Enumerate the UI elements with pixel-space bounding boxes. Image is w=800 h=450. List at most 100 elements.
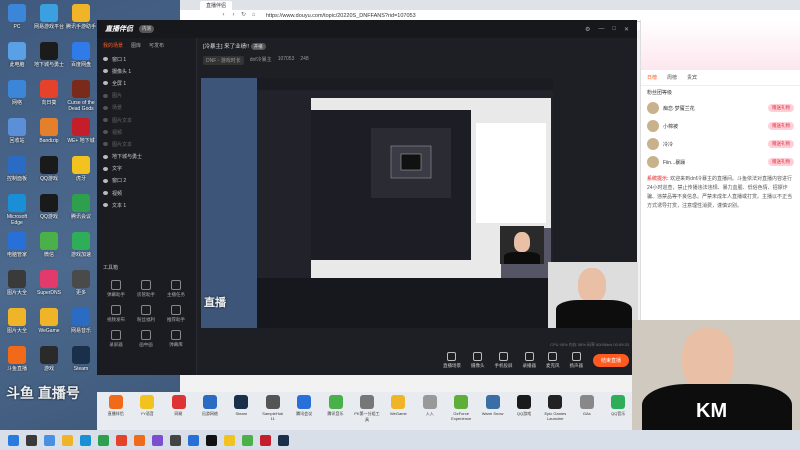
chat-row[interactable]: 痴恋·梦魇兰花 赠送礼物 bbox=[641, 99, 800, 117]
tool-item[interactable]: 粉丝福利 bbox=[131, 305, 161, 323]
desktop-icon[interactable]: 网易音乐 bbox=[66, 308, 96, 334]
sidebar-tab[interactable]: 我的场景 bbox=[103, 42, 123, 49]
dock-item[interactable]: WeGame bbox=[386, 395, 411, 427]
taskbar-app-icon[interactable] bbox=[26, 434, 37, 446]
source-item[interactable]: 视频 bbox=[97, 187, 196, 199]
gift-badge[interactable]: 赠送礼物 bbox=[768, 122, 794, 130]
source-item[interactable]: 摄像头 1 bbox=[97, 65, 196, 77]
visibility-eye-icon[interactable] bbox=[103, 57, 108, 62]
refresh-icon[interactable]: ↻ bbox=[240, 12, 247, 19]
source-item[interactable]: 文字 bbox=[97, 163, 196, 175]
source-item[interactable]: 文本 1 bbox=[97, 199, 196, 211]
dock-item[interactable]: Warm Snow bbox=[480, 395, 505, 427]
source-item[interactable]: 视频 bbox=[97, 126, 196, 138]
desktop-icon[interactable]: WeGame bbox=[34, 308, 64, 334]
back-icon[interactable]: ‹ bbox=[220, 12, 227, 19]
desktop-icon[interactable]: Curse of the Dead Gods bbox=[66, 80, 96, 112]
maximize-icon[interactable]: □ bbox=[612, 26, 616, 33]
stream-preview[interactable] bbox=[201, 78, 553, 328]
taskbar-app-icon[interactable] bbox=[188, 434, 199, 446]
browser-tab[interactable]: 直播伴侣 bbox=[200, 0, 233, 10]
taskbar-app-icon[interactable] bbox=[278, 434, 289, 446]
home-icon[interactable]: ⌂ bbox=[250, 12, 257, 19]
source-item[interactable]: 窗口 2 bbox=[97, 175, 196, 187]
dock-item[interactable]: 腾讯音乐 bbox=[323, 395, 348, 427]
desktop-icon[interactable]: 网易游戏平台 bbox=[34, 4, 64, 30]
tool-item[interactable]: 房管助手 bbox=[131, 280, 161, 298]
taskbar-app-icon[interactable] bbox=[152, 434, 163, 446]
dock-item[interactable]: PK第一分组工具 bbox=[354, 395, 380, 427]
source-item[interactable]: 全屏 1 bbox=[97, 77, 196, 89]
taskbar-app-icon[interactable] bbox=[80, 434, 91, 446]
windows-start-icon[interactable] bbox=[8, 434, 19, 446]
url-input[interactable]: https://www.douyu.com/topic/20220S_DNFFA… bbox=[266, 13, 486, 19]
control-button[interactable]: 摄像头 bbox=[471, 351, 484, 369]
dock-item[interactable]: GAs bbox=[574, 395, 599, 427]
desktop-icon[interactable]: 游戏 bbox=[34, 346, 64, 372]
desktop-icon[interactable]: QQ游戏 bbox=[34, 194, 64, 220]
desktop-icon[interactable]: Bandizip bbox=[34, 118, 64, 144]
chat-tab[interactable]: 日榜 bbox=[647, 74, 657, 81]
sidebar-tab[interactable]: 图库 bbox=[131, 42, 141, 49]
taskbar-app-icon[interactable] bbox=[98, 434, 109, 446]
desktop-icon[interactable]: 网络 bbox=[2, 80, 32, 106]
source-item[interactable]: 图片 bbox=[97, 90, 196, 102]
visibility-eye-icon[interactable] bbox=[103, 166, 108, 171]
desktop-icon[interactable]: QQ游戏 bbox=[34, 156, 64, 182]
desktop-icon[interactable]: Steam bbox=[66, 346, 96, 372]
control-button[interactable]: 录播器 bbox=[522, 351, 536, 369]
taskbar-app-icon[interactable] bbox=[44, 434, 55, 446]
taskbar-app-icon[interactable] bbox=[170, 434, 181, 446]
taskbar-app-icon[interactable] bbox=[242, 434, 253, 446]
tool-item[interactable]: 弹幕库 bbox=[161, 330, 191, 348]
desktop-icon[interactable]: PC bbox=[2, 4, 32, 30]
tool-item[interactable]: 录屏器 bbox=[101, 330, 131, 348]
visibility-eye-icon[interactable] bbox=[103, 178, 108, 183]
close-icon[interactable]: ✕ bbox=[624, 26, 629, 33]
desktop-icon[interactable]: 图片大全 bbox=[2, 270, 32, 296]
control-button[interactable]: 直播场景 bbox=[443, 351, 461, 369]
desktop-icon[interactable]: 微信 bbox=[34, 232, 64, 258]
visibility-eye-icon[interactable] bbox=[103, 93, 108, 98]
sidebar-tab[interactable]: 可发布 bbox=[149, 42, 164, 49]
gift-badge[interactable]: 赠送礼物 bbox=[768, 158, 794, 166]
end-stream-button[interactable]: 结束直播 bbox=[592, 353, 629, 367]
desktop-icon[interactable]: 百度网盘 bbox=[66, 42, 96, 68]
desktop-icon[interactable]: 地下城与勇士 bbox=[34, 42, 64, 68]
tool-item[interactable]: 推荐助手 bbox=[161, 305, 191, 323]
minimize-icon[interactable]: — bbox=[598, 26, 604, 33]
tool-item[interactable]: 画中画 bbox=[131, 330, 161, 348]
taskbar-app-icon[interactable] bbox=[116, 434, 127, 446]
taskbar-app-icon[interactable] bbox=[134, 434, 145, 446]
dock-item[interactable]: 迅游网络 bbox=[197, 395, 222, 427]
dock-item[interactable]: SampleHub 11 bbox=[260, 395, 285, 427]
visibility-eye-icon[interactable] bbox=[103, 69, 108, 74]
desktop-icon[interactable]: 控制面板 bbox=[2, 156, 32, 182]
control-button[interactable]: 扬声器 bbox=[569, 351, 583, 369]
dock-item[interactable]: GeForce Experience bbox=[448, 395, 473, 427]
control-button[interactable]: 麦克风 bbox=[546, 351, 559, 369]
dock-item[interactable]: 网易 bbox=[166, 395, 191, 427]
settings-icon[interactable]: ⚙ bbox=[585, 26, 590, 33]
source-item[interactable]: 图片文本 bbox=[97, 138, 196, 150]
forward-icon[interactable]: › bbox=[230, 12, 237, 19]
taskbar-app-icon[interactable] bbox=[260, 434, 271, 446]
chat-row[interactable]: 冷冷 赠送礼物 bbox=[641, 135, 800, 153]
chat-tab[interactable]: 周榜 bbox=[667, 74, 677, 81]
taskbar-app-icon[interactable] bbox=[62, 434, 73, 446]
visibility-eye-icon[interactable] bbox=[103, 142, 108, 147]
dock-item[interactable]: QQ音乐 bbox=[606, 395, 631, 427]
dock-item[interactable]: Steam bbox=[229, 395, 254, 427]
desktop-icon[interactable]: 更多 bbox=[66, 270, 96, 296]
desktop-icon[interactable]: 电脑管家 bbox=[2, 232, 32, 258]
taskbar-app-icon[interactable] bbox=[206, 434, 217, 446]
source-item[interactable]: 地下城与勇士 bbox=[97, 151, 196, 163]
taskbar-app-icon[interactable] bbox=[224, 434, 235, 446]
dock-item[interactable]: Epic Games Launcher bbox=[543, 395, 568, 427]
dock-item[interactable]: 入入 bbox=[417, 395, 442, 427]
source-item[interactable]: 图片文本 bbox=[97, 114, 196, 126]
gift-badge[interactable]: 赠送礼物 bbox=[768, 140, 794, 148]
chat-row[interactable]: 小棉被 赠送礼物 bbox=[641, 117, 800, 135]
visibility-eye-icon[interactable] bbox=[103, 81, 108, 86]
source-item[interactable]: 场景 bbox=[97, 102, 196, 114]
